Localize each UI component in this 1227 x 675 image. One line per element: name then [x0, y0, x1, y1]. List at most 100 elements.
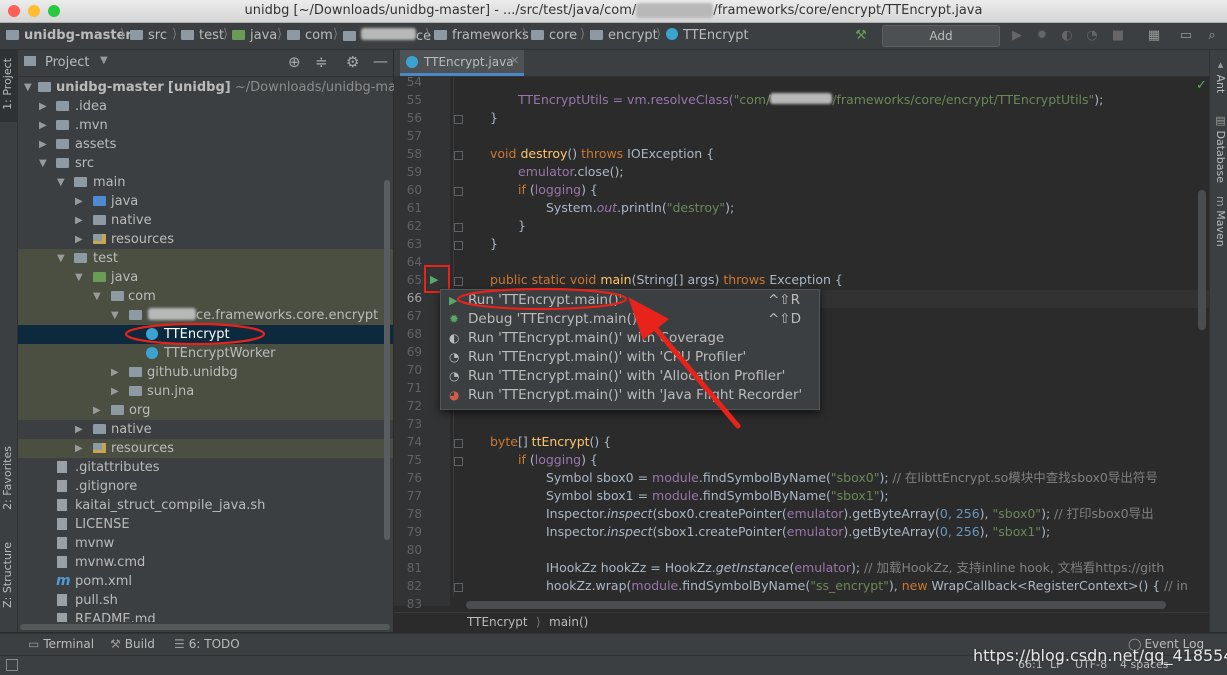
favorites-tool-tab[interactable]: 2: Favorites [1, 446, 16, 510]
chevron-down-icon[interactable]: ▼ [57, 173, 67, 192]
chevron-right-icon[interactable]: ▶ [75, 230, 85, 249]
code-line-65[interactable]: public static void main(String[] args) t… [490, 271, 843, 289]
tree-item-mvnw-cmd[interactable]: mvnw.cmd [18, 553, 393, 572]
code-line-59[interactable]: emulator.close(); [518, 163, 624, 181]
tool-windows-icon[interactable] [6, 659, 18, 671]
debug-icon[interactable]: ✹ [1034, 28, 1050, 44]
code-line-63[interactable]: } [490, 235, 498, 253]
chevron-down-icon[interactable]: ▼ [93, 287, 103, 306]
ant-tool-tab[interactable]: ▴ Ant [1212, 58, 1227, 93]
tree-item-mvnw[interactable]: mvnw [18, 534, 393, 553]
popup-item-allocation-profiler[interactable]: ◔ Run 'TTEncrypt.main()' with 'Allocatio… [441, 367, 819, 386]
close-tab-icon[interactable]: ✕ [510, 54, 519, 67]
code-line-60[interactable]: if (logging) { [518, 181, 598, 199]
crumb-project[interactable]: unidbg-master [6, 28, 132, 43]
tree-item-kaitai-script[interactable]: kaitai_struct_compile_java.sh [18, 496, 393, 515]
tree-item-test-java[interactable]: ▼ java [18, 268, 393, 287]
tree-item-main-native[interactable]: ▶ native [18, 211, 393, 230]
project-tool-tab[interactable]: 1: Project [1, 58, 16, 110]
code-line-55[interactable]: TTEncryptUtils = vm.resolveClass("com//f… [518, 91, 1103, 109]
search-icon[interactable]: ⌕ [1204, 28, 1220, 44]
popup-item-flight-recorder[interactable]: ◕ Run 'TTEncrypt.main()' with 'Java Flig… [441, 386, 819, 405]
breadcrumb-method[interactable]: main() [549, 615, 588, 629]
chevron-down-icon[interactable]: ▼ [57, 249, 67, 268]
chevron-right-icon[interactable]: ▶ [93, 401, 103, 420]
project-view-selector[interactable]: Project [45, 55, 89, 70]
crumb-core[interactable]: core [531, 28, 577, 43]
fold-marker-icon[interactable] [454, 439, 463, 448]
fold-marker-icon[interactable] [454, 277, 463, 286]
fold-marker-icon[interactable] [454, 457, 463, 466]
chevron-down-icon[interactable]: ▼ [39, 154, 49, 173]
tree-item-github-unidbg[interactable]: ▶ github.unidbg [18, 363, 393, 382]
terminal-tab[interactable]: ▭ Terminal [28, 637, 94, 651]
collapse-icon[interactable]: ≑ [315, 53, 328, 71]
profiler-icon[interactable]: ◔ [1084, 28, 1100, 44]
crumb-package[interactable]: ce [343, 28, 431, 44]
chevron-down-icon[interactable]: ▼ [75, 268, 85, 287]
code-line-75[interactable]: if (logging) { [518, 451, 598, 469]
chevron-right-icon[interactable]: ▶ [75, 439, 85, 458]
popup-item-debug[interactable]: ✹ Debug 'TTEncrypt.main()' ^⇧D [441, 310, 819, 329]
coverage-icon[interactable]: ◐ [1059, 28, 1075, 44]
chevron-right-icon[interactable]: ▶ [111, 382, 121, 401]
chevron-right-icon[interactable]: ▶ [39, 97, 49, 116]
project-horizontal-scrollbar[interactable] [20, 624, 390, 630]
fold-marker-icon[interactable] [454, 241, 463, 250]
gear-icon[interactable]: ⚙ [346, 53, 359, 71]
hammer-build-icon[interactable]: ⚒ [853, 28, 869, 44]
popup-item-coverage[interactable]: ◐ Run 'TTEncrypt.main()' with Coverage [441, 329, 819, 348]
stop-icon[interactable]: ■ [1110, 28, 1126, 44]
tree-item-main-resources[interactable]: ▶ resources [18, 230, 393, 249]
tree-item-mvn[interactable]: ▶ .mvn [18, 116, 393, 135]
chevron-down-icon[interactable]: ▼ [111, 306, 121, 325]
fold-marker-icon[interactable] [454, 223, 463, 232]
tree-item-idea[interactable]: ▶ .idea [18, 97, 393, 116]
tree-item-assets[interactable]: ▶ assets [18, 135, 393, 154]
fold-marker-icon[interactable] [454, 583, 463, 592]
inspection-ok-icon[interactable]: ✓ [1196, 78, 1207, 93]
todo-tab[interactable]: ☰ 6: TODO [174, 637, 240, 651]
popup-item-run[interactable]: ▶ Run 'TTEncrypt.main()' ^⇧R [441, 291, 819, 310]
tree-item-sun-jna[interactable]: ▶ sun.jna [18, 382, 393, 401]
code-line-74[interactable]: byte[] ttEncrypt() { [490, 433, 611, 451]
editor-horizontal-scrollbar[interactable] [466, 601, 1166, 609]
tree-item-encrypt-package[interactable]: ▼ ce.frameworks.core.encrypt [18, 306, 393, 325]
code-line-56[interactable]: } [490, 109, 498, 127]
locate-icon[interactable]: ⊕ [288, 53, 301, 71]
crumb-class[interactable]: TTEncrypt [666, 28, 749, 43]
code-line-77[interactable]: Symbol sbox1 = module.findSymbolByName("… [546, 487, 889, 505]
chevron-right-icon[interactable]: ▶ [75, 192, 85, 211]
tree-item-ttencrypt[interactable]: TTEncrypt [18, 325, 393, 344]
chevron-right-icon[interactable]: ▶ [75, 420, 85, 439]
chevron-down-icon[interactable]: ▼ [100, 55, 108, 66]
tree-item-main-java[interactable]: ▶ java [18, 192, 393, 211]
project-vertical-scrollbar[interactable] [384, 180, 390, 540]
crumb-java[interactable]: java [232, 28, 277, 43]
build-tab[interactable]: ⚒ Build [110, 637, 155, 651]
fold-marker-icon[interactable] [454, 115, 463, 124]
fold-marker-icon[interactable] [454, 187, 463, 196]
chevron-right-icon[interactable]: ▶ [75, 211, 85, 230]
tree-item-src[interactable]: ▼ src [18, 154, 393, 173]
tree-item-gitignore[interactable]: .gitignore [18, 477, 393, 496]
tree-item-pull-sh[interactable]: pull.sh [18, 591, 393, 610]
tree-item-readme[interactable]: README.md [18, 610, 393, 622]
tree-item-pom[interactable]: m pom.xml [18, 572, 393, 591]
code-line-61[interactable]: System.out.println("destroy"); [546, 199, 734, 217]
chevron-right-icon[interactable]: ▶ [39, 116, 49, 135]
tree-item-test-resources[interactable]: ▶ resources [18, 439, 393, 458]
tree-item-license[interactable]: LICENSE [18, 515, 393, 534]
editor-vertical-scrollbar[interactable] [1198, 190, 1206, 330]
popup-item-cpu-profiler[interactable]: ◔ Run 'TTEncrypt.main()' with 'CPU Profi… [441, 348, 819, 367]
breadcrumb-class[interactable]: TTEncrypt [467, 615, 528, 629]
tree-item-com[interactable]: ▼ com [18, 287, 393, 306]
chevron-right-icon[interactable]: ▶ [39, 135, 49, 154]
code-line-81[interactable]: IHookZz hookZz = HookZz.getInstance(emul… [546, 559, 1164, 577]
code-line-79[interactable]: Inspector.inspect(sbox1.createPointer(em… [546, 523, 1050, 541]
fold-marker-icon[interactable] [454, 151, 463, 160]
crumb-com[interactable]: com [287, 28, 333, 43]
terminal-window-icon[interactable]: ▭ [1178, 28, 1194, 44]
hide-icon[interactable]: — [373, 52, 388, 70]
code-line-82[interactable]: hookZz.wrap(module.findSymbolByName("ss_… [546, 577, 1188, 595]
